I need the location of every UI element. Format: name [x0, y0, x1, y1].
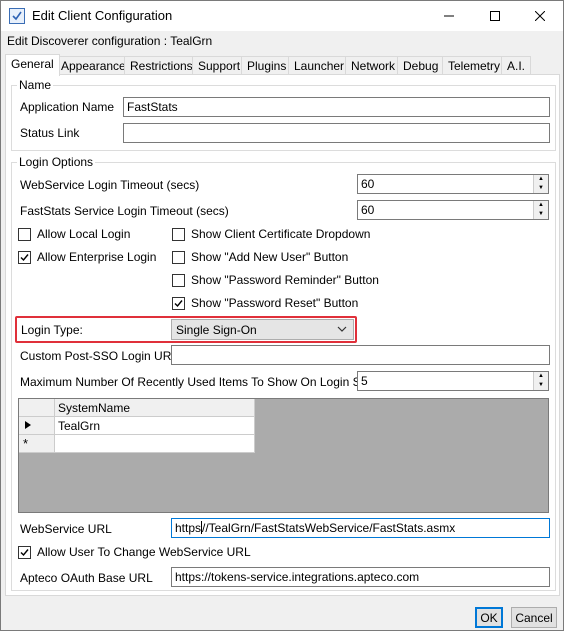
tab-bar: General Appearance Restrictions Support …: [5, 54, 561, 76]
webservice-url-input[interactable]: https//TealGrn/FastStatsWebService/FastS…: [171, 518, 550, 538]
checkmark-icon: [20, 548, 29, 556]
spinner-arrows[interactable]: ▲ ▼: [533, 372, 548, 390]
grid-row-cell[interactable]: TealGrn: [55, 417, 255, 435]
login-options-title: Login Options: [17, 155, 96, 169]
application-name-label: Application Name: [20, 100, 115, 114]
spinner-arrows[interactable]: ▲ ▼: [533, 201, 548, 219]
allow-local-login-label: Allow Local Login: [37, 227, 131, 241]
allow-change-ws-label: Allow User To Change WebService URL: [37, 545, 251, 559]
tab-general[interactable]: General: [5, 54, 60, 76]
checkbox-box[interactable]: [18, 545, 31, 559]
row-selector[interactable]: [19, 417, 55, 435]
checkmark-icon: [20, 253, 29, 261]
webservice-url-after-caret: //TealGrn/FastStatsWebService/FastStats.…: [202, 521, 456, 535]
webservice-url-label: WebService URL: [20, 522, 112, 536]
show-cert-dropdown-label: Show Client Certificate Dropdown: [191, 227, 371, 241]
maximize-button[interactable]: [472, 1, 518, 31]
ws-timeout-spinner[interactable]: 60 ▲ ▼: [357, 174, 549, 194]
tab-appearance[interactable]: Appearance: [55, 56, 132, 75]
new-row-selector[interactable]: *: [19, 435, 55, 453]
edit-client-configuration-window: Edit Client Configuration Edit Discovere…: [0, 0, 564, 631]
spin-up-icon[interactable]: ▲: [534, 201, 548, 210]
application-name-input[interactable]: FastStats: [123, 97, 550, 117]
title-bar: Edit Client Configuration: [1, 1, 563, 31]
tab-launcher[interactable]: Launcher: [288, 56, 351, 75]
show-add-new-user-label: Show "Add New User" Button: [191, 250, 349, 264]
tab-telemetry[interactable]: Telemetry: [442, 56, 507, 75]
spin-up-icon[interactable]: ▲: [534, 175, 548, 184]
spin-up-icon[interactable]: ▲: [534, 372, 548, 381]
tab-network[interactable]: Network: [345, 56, 402, 75]
login-type-label: Login Type:: [21, 323, 83, 337]
checkbox-box[interactable]: [172, 273, 185, 287]
allow-change-ws-checkbox[interactable]: Allow User To Change WebService URL: [18, 545, 251, 559]
show-password-reset-checkbox[interactable]: Show "Password Reset" Button: [172, 296, 358, 310]
minimize-button[interactable]: [426, 1, 472, 31]
ok-button[interactable]: OK: [475, 607, 503, 628]
spin-down-icon[interactable]: ▼: [534, 184, 548, 193]
fs-timeout-value: 60: [361, 203, 375, 217]
max-recent-value: 5: [361, 374, 368, 388]
checkbox-box[interactable]: [172, 296, 185, 310]
tab-debug[interactable]: Debug: [397, 56, 445, 75]
system-names-grid[interactable]: SystemName TealGrn *: [18, 398, 549, 513]
current-row-arrow-icon: [25, 421, 31, 429]
login-type-value: Single Sign-On: [176, 323, 257, 337]
allow-enterprise-login-label: Allow Enterprise Login: [37, 250, 157, 264]
name-group-title: Name: [17, 78, 54, 92]
general-tab-panel: Name Application Name FastStats Status L…: [5, 74, 560, 596]
checkbox-box[interactable]: [18, 227, 31, 241]
show-add-new-user-checkbox[interactable]: Show "Add New User" Button: [172, 250, 348, 264]
grid-corner-header: [19, 399, 55, 417]
cancel-button[interactable]: Cancel: [511, 607, 557, 628]
new-row-asterisk-icon: *: [23, 436, 29, 451]
login-type-dropdown[interactable]: Single Sign-On: [171, 319, 354, 340]
checkbox-box[interactable]: [172, 250, 185, 264]
allow-local-login-checkbox[interactable]: Allow Local Login: [18, 227, 130, 241]
chevron-down-icon: [337, 326, 347, 332]
spinner-arrows[interactable]: ▲ ▼: [533, 175, 548, 193]
window-title: Edit Client Configuration: [32, 8, 173, 23]
oauth-url-input[interactable]: https://tokens-service.integrations.apte…: [171, 567, 550, 587]
dialog-subtitle: Edit Discoverer configuration : TealGrn: [7, 34, 213, 48]
show-cert-dropdown-checkbox[interactable]: Show Client Certificate Dropdown: [172, 227, 370, 241]
show-password-reminder-label: Show "Password Reminder" Button: [191, 273, 379, 287]
close-button[interactable]: [517, 1, 563, 31]
checkbox-box[interactable]: [172, 227, 185, 241]
max-recent-spinner[interactable]: 5 ▲ ▼: [357, 371, 549, 391]
app-check-icon: [9, 8, 25, 24]
tab-ai[interactable]: A.I.: [501, 56, 532, 75]
spin-down-icon[interactable]: ▼: [534, 381, 548, 390]
fs-timeout-spinner[interactable]: 60 ▲ ▼: [357, 200, 549, 220]
allow-enterprise-login-checkbox[interactable]: Allow Enterprise Login: [18, 250, 156, 264]
custom-sso-label: Custom Post-SSO Login URL:: [20, 349, 182, 363]
grid-new-row-cell[interactable]: [55, 435, 255, 453]
custom-sso-input[interactable]: [171, 345, 550, 365]
status-link-label: Status Link: [20, 126, 80, 140]
fs-timeout-label: FastStats Service Login Timeout (secs): [20, 204, 229, 218]
max-recent-label: Maximum Number Of Recently Used Items To…: [20, 375, 391, 389]
system-name-column-header[interactable]: SystemName: [55, 399, 255, 417]
show-password-reset-label: Show "Password Reset" Button: [191, 296, 359, 310]
checkmark-icon: [174, 299, 183, 307]
ws-timeout-value: 60: [361, 177, 375, 191]
spin-down-icon[interactable]: ▼: [534, 210, 548, 219]
ws-timeout-label: WebService Login Timeout (secs): [20, 178, 200, 192]
oauth-url-label: Apteco OAuth Base URL: [20, 571, 153, 585]
show-password-reminder-checkbox[interactable]: Show "Password Reminder" Button: [172, 273, 379, 287]
tab-plugins[interactable]: Plugins: [241, 56, 293, 75]
checkbox-box[interactable]: [18, 250, 31, 264]
tab-support[interactable]: Support: [192, 56, 247, 75]
webservice-url-before-caret: https: [175, 521, 202, 535]
tab-restrictions[interactable]: Restrictions: [124, 56, 199, 75]
status-link-input[interactable]: [123, 123, 550, 143]
